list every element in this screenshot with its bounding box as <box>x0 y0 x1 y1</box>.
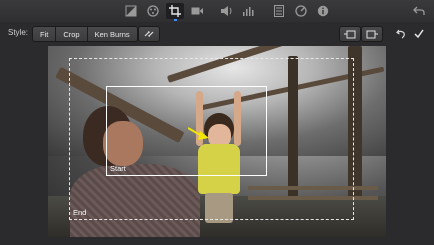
style-crop-button[interactable]: Crop <box>56 27 88 41</box>
crop-start-button[interactable] <box>339 26 361 42</box>
style-segmented-control: Fit Crop Ken Burns <box>32 26 138 42</box>
apply-checkmark-icon[interactable] <box>410 26 428 42</box>
undo-icon[interactable] <box>410 3 428 19</box>
crop-end-button[interactable] <box>361 26 383 42</box>
swap-start-end-button[interactable] <box>138 26 160 42</box>
speed-icon[interactable] <box>292 3 310 19</box>
crop-start-icon <box>344 30 356 38</box>
noise-reduction-icon[interactable] <box>240 3 258 19</box>
style-bar: Style: Fit Crop Ken Burns <box>0 22 434 44</box>
color-correction-icon[interactable] <box>144 3 162 19</box>
clip-filter-icon[interactable] <box>270 3 288 19</box>
crop-icon[interactable] <box>166 3 184 19</box>
end-label: End <box>73 208 87 217</box>
style-label: Style: <box>8 28 29 37</box>
ken-burns-direction-arrow <box>187 126 210 147</box>
color-balance-icon[interactable] <box>122 3 140 19</box>
start-crop-rectangle[interactable]: Start <box>106 86 267 176</box>
info-icon[interactable] <box>314 3 332 19</box>
stabilization-icon[interactable] <box>188 3 206 19</box>
crop-end-icon <box>366 30 378 38</box>
volume-icon[interactable] <box>218 3 236 19</box>
reset-icon[interactable] <box>392 26 410 42</box>
style-ken-burns-button[interactable]: Ken Burns <box>88 27 137 41</box>
swap-start-end-icon <box>144 31 154 37</box>
style-fit-button[interactable]: Fit <box>33 27 57 41</box>
active-tool-indicator <box>174 19 177 21</box>
start-label: Start <box>110 164 126 173</box>
adjustments-toolbar <box>0 0 434 23</box>
